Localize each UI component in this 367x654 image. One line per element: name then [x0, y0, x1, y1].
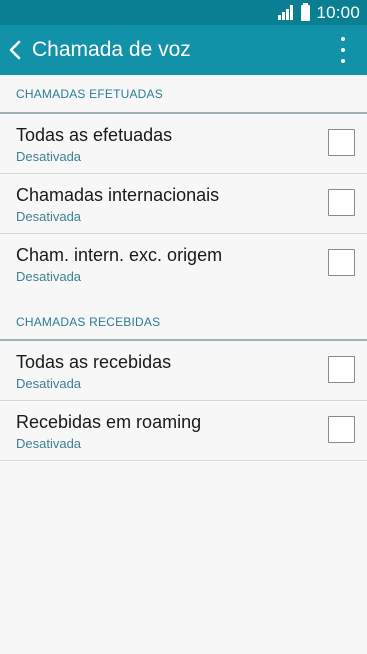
item-status: Desativada: [16, 149, 82, 164]
item-status: Desativada: [16, 269, 82, 284]
list-item-incoming-roaming[interactable]: Recebidas em roaming Desativada: [0, 401, 367, 461]
settings-list: CHAMADAS EFETUADAS Todas as efetuadas De…: [0, 75, 367, 461]
page-title: Chamada de voz: [32, 38, 191, 61]
status-indicators: 10:00: [278, 2, 360, 23]
item-status: Desativada: [16, 436, 82, 451]
battery-icon: [301, 2, 311, 21]
item-status: Desativada: [16, 376, 82, 391]
item-title: Chamadas internacionais: [16, 185, 220, 205]
more-vertical-icon: [341, 37, 345, 41]
signal-icon: [278, 4, 295, 21]
status-bar: 10:00: [0, 0, 367, 25]
section-header-incoming: CHAMADAS RECEBIDAS: [0, 304, 367, 341]
item-title: Recebidas em roaming: [16, 412, 202, 432]
app-bar: Chamada de voz: [0, 25, 367, 75]
item-title: Todas as recebidas: [16, 352, 172, 372]
section-header-outgoing: CHAMADAS EFETUADAS: [0, 75, 367, 114]
status-time: 10:00: [316, 2, 360, 22]
list-item-all-outgoing[interactable]: Todas as efetuadas Desativada: [0, 114, 367, 174]
checkbox[interactable]: [328, 129, 355, 156]
list-item-international[interactable]: Chamadas internacionais Desativada: [0, 174, 367, 234]
back-button[interactable]: Chamada de voz: [0, 25, 245, 75]
more-vertical-icon-dot: [341, 59, 345, 63]
checkbox[interactable]: [328, 189, 355, 216]
item-title: Todas as efetuadas: [16, 125, 173, 145]
checkbox[interactable]: [328, 416, 355, 443]
list-item-international-except-home[interactable]: Cham. intern. exc. origem Desativada: [0, 234, 367, 294]
item-status: Desativada: [16, 209, 82, 224]
more-vertical-icon-dot: [341, 48, 345, 52]
more-options-button[interactable]: [333, 37, 353, 63]
checkbox[interactable]: [328, 356, 355, 383]
list-item-all-incoming[interactable]: Todas as recebidas Desativada: [0, 341, 367, 401]
chevron-left-icon: [8, 38, 22, 62]
checkbox[interactable]: [328, 249, 355, 276]
item-title: Cham. intern. exc. origem: [16, 245, 223, 265]
